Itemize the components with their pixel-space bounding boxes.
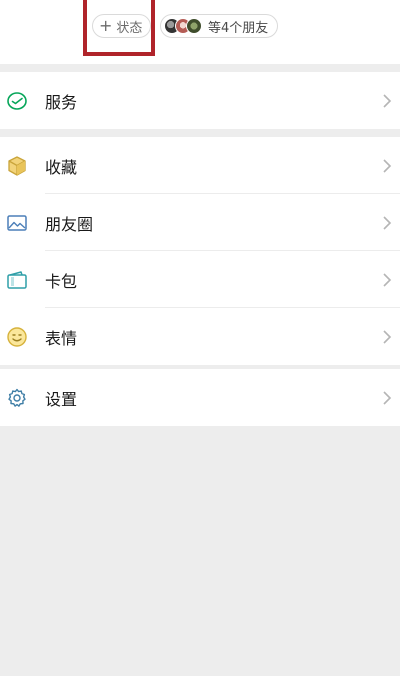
- menu-item-label: 收藏: [45, 157, 78, 177]
- main-menu-section: 收藏 朋友圈 卡包 表情: [0, 137, 400, 365]
- image-icon: [5, 211, 29, 235]
- friends-avatars: [164, 18, 204, 34]
- service-icon: [5, 89, 29, 113]
- add-status-label: 状态: [116, 20, 143, 36]
- menu-item-stickers[interactable]: 表情: [0, 308, 400, 365]
- wallet-icon: [5, 268, 29, 292]
- menu-item-label: 服务: [45, 92, 78, 112]
- chevron-right-icon: [383, 215, 392, 230]
- services-section: 服务: [0, 72, 400, 129]
- menu-item-label: 表情: [45, 328, 78, 348]
- smiley-icon: [5, 325, 29, 349]
- plus-icon: +: [99, 16, 113, 35]
- chevron-right-icon: [383, 390, 392, 405]
- chevron-right-icon: [383, 93, 392, 108]
- menu-item-cards[interactable]: 卡包: [0, 251, 400, 308]
- chevron-right-icon: [383, 158, 392, 173]
- menu-item-services[interactable]: 服务: [0, 72, 400, 129]
- gear-icon: [5, 386, 29, 410]
- cube-icon: [5, 154, 29, 178]
- settings-section: 设置: [0, 369, 400, 426]
- friends-status-label: 等4个朋友: [208, 20, 269, 36]
- menu-item-favorites[interactable]: 收藏: [0, 137, 400, 194]
- chevron-right-icon: [383, 272, 392, 287]
- menu-item-label: 设置: [45, 389, 78, 409]
- profile-header: + 状态 等4个朋友: [0, 0, 400, 64]
- menu-item-moments[interactable]: 朋友圈: [0, 194, 400, 251]
- chevron-right-icon: [383, 329, 392, 344]
- menu-item-settings[interactable]: 设置: [0, 369, 400, 426]
- menu-item-label: 朋友圈: [45, 214, 94, 234]
- friends-status-button[interactable]: 等4个朋友: [160, 14, 279, 38]
- avatar: [186, 18, 202, 34]
- menu-item-label: 卡包: [45, 271, 78, 291]
- add-status-button[interactable]: + 状态: [92, 14, 152, 38]
